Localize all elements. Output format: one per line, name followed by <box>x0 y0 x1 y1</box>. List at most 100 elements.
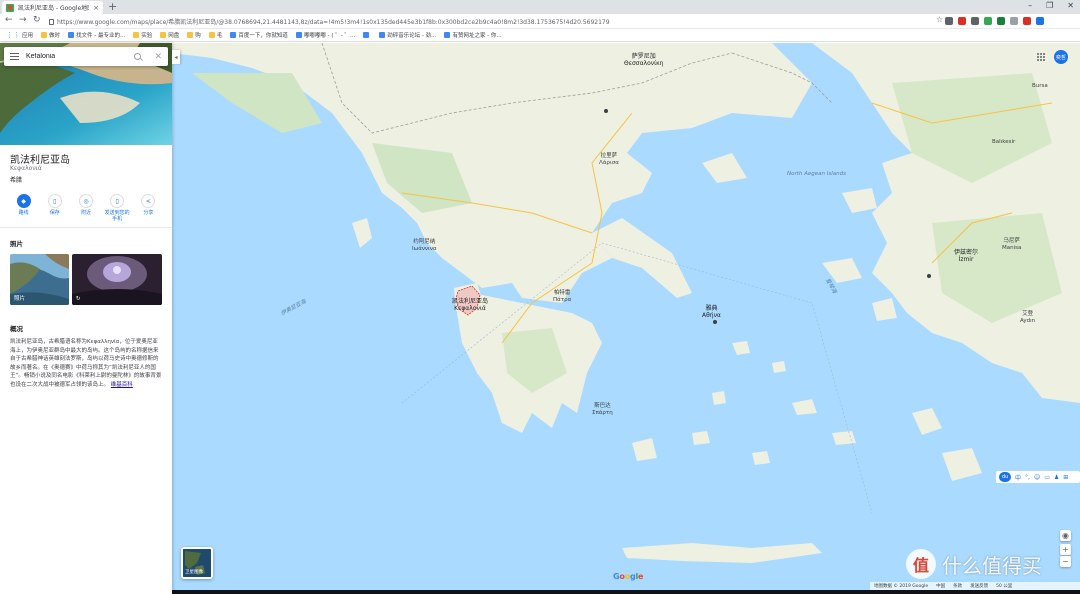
bookmark-item[interactable]: 做时 <box>41 31 60 39</box>
extension-icon[interactable] <box>945 17 953 25</box>
extension-icon[interactable] <box>971 17 979 25</box>
map-label-north-aegean: North Aegean Islands <box>787 171 846 177</box>
bookmark-item[interactable]: 嘟嘟嘟嘟 - ( ゜- ゜... <box>295 31 355 39</box>
extension-icons <box>945 17 1044 25</box>
extension-icon[interactable] <box>1036 17 1044 25</box>
bookmark-star-icon[interactable]: ☆ <box>936 15 943 24</box>
location-button[interactable]: ◉ <box>1060 530 1071 541</box>
google-logo-letter: e <box>638 572 644 581</box>
action-directions-button[interactable]: ◆ 路线 <box>9 194 39 227</box>
bookmark-item[interactable] <box>363 32 371 38</box>
map-label-thessaloniki: 萨罗尼加 Θεσσαλονίκη <box>624 53 664 67</box>
photo-360-thumbnail[interactable]: ↻ <box>72 254 162 305</box>
browser-tab[interactable]: 凯法利尼亚岛 - Google地图 × <box>2 1 103 14</box>
map-land <box>172 43 1080 563</box>
place-panel: ✕ 凯法利尼亚岛 Κεφαλονιά 希腊 ◆ 路线 ▯ 保存 ◎ 附近 ▯ 发送到您的 手机… <box>0 43 172 594</box>
forward-button[interactable]: → <box>19 15 27 25</box>
action-phone-button[interactable]: ▯ 发送到您的 手机 <box>102 194 132 227</box>
bookmark-item[interactable]: 劲砰音乐论坛 - 劲... <box>379 31 436 39</box>
restore-button[interactable]: ❐ <box>1046 1 1053 10</box>
bookmark-label: 实验 <box>141 33 153 39</box>
bookmark-label: 毛 <box>216 33 223 39</box>
map-label-manisa: 马尼萨 Manisa <box>1002 238 1022 251</box>
ime-item[interactable]: °, <box>1025 474 1030 481</box>
bookmark-item[interactable]: 百度一下，你就知道 <box>230 31 288 39</box>
tab-close-icon[interactable]: × <box>93 4 99 12</box>
search-icon[interactable] <box>134 53 142 60</box>
ime-item[interactable]: ♟ <box>1054 474 1059 481</box>
map-label-sparti: 斯巴达 Σπάρτη <box>592 403 613 416</box>
map-footer: 地图数据 © 2019 Google 中国 条款 发送反馈 50 公里 <box>870 582 1080 590</box>
wikipedia-link[interactable]: 维基百科 <box>111 382 133 388</box>
map-label-bursa: Bursa <box>1032 83 1048 89</box>
close-icon[interactable]: ✕ <box>154 52 162 62</box>
action-bookmark-button[interactable]: ▯ 保存 <box>40 194 70 227</box>
action-nearby-button[interactable]: ◎ 附近 <box>71 194 101 227</box>
folder-icon <box>208 32 215 38</box>
folder-icon <box>133 32 140 38</box>
ime-item[interactable]: ▭ <box>1044 474 1050 481</box>
photo-label: 照片 <box>14 296 26 302</box>
url-bar[interactable]: https://www.google.com/maps/place/希腊凯法利尼… <box>49 16 949 27</box>
smzdm-logo-icon: 值 <box>906 549 936 579</box>
bookmark-item[interactable]: ⋮⋮ 应用 <box>6 31 33 39</box>
action-label: 分享 <box>143 210 154 216</box>
360-icon: ↻ <box>76 296 81 302</box>
bookmark-item[interactable]: 网盘 <box>160 31 179 39</box>
extension-icon[interactable] <box>1023 17 1031 25</box>
bookmark-item[interactable]: 找文件 - 最专业的... <box>68 31 125 39</box>
extension-icon[interactable] <box>1010 17 1018 25</box>
bookmark-item[interactable]: 有赞网址之家 - 你... <box>444 31 502 39</box>
extension-icon[interactable] <box>984 17 992 25</box>
ime-toolbar[interactable]: du 中 °, ☺ ▭ ♟ ⊞ <box>996 471 1080 483</box>
extension-icon[interactable] <box>958 17 966 25</box>
menu-icon[interactable] <box>10 53 19 60</box>
baidu-ime-icon[interactable]: du <box>999 472 1011 482</box>
bookmarks-bar: ⋮⋮ 应用 做时 找文件 - 最专业的... 实验 网盘 购 毛 百度一下，你就知道 嘟嘟嘟嘟 -… <box>0 29 1080 42</box>
map-data-credit: 地图数据 © 2019 Google <box>874 584 929 589</box>
map-label-aydin: 艾登 Aydın <box>1020 311 1036 324</box>
ime-item[interactable]: ⊞ <box>1063 474 1068 481</box>
action-label: 路线 <box>18 210 29 216</box>
back-button[interactable]: ← <box>5 15 13 25</box>
tab-title: 凯法利尼亚岛 - Google地图 <box>18 5 90 12</box>
window-controls: – ❐ ✕ <box>1028 1 1074 10</box>
link-icon <box>363 32 370 38</box>
new-tab-button[interactable]: + <box>108 0 117 13</box>
satellite-toggle[interactable]: 卫星图像 <box>181 547 213 579</box>
apps-grid-icon: ⋮⋮ <box>6 31 20 39</box>
terms-link[interactable]: 条款 <box>953 583 962 589</box>
place-country: 希腊 <box>10 177 23 184</box>
bookmark-label: 有赞网址之家 - 你... <box>452 33 502 39</box>
photo-thumbnail[interactable]: 照片 <box>10 254 69 305</box>
minimize-button[interactable]: – <box>1028 1 1032 10</box>
ime-item[interactable]: 中 <box>1015 473 1021 482</box>
action-buttons: ◆ 路线 ▯ 保存 ◎ 附近 ▯ 发送到您的 手机 < 分享 <box>0 194 172 228</box>
bookmark-item[interactable]: 毛 <box>208 31 223 39</box>
satellite-label: 卫星图像 <box>185 570 203 575</box>
google-apps-icon[interactable] <box>1037 53 1046 62</box>
avatar[interactable]: 奕哲 <box>1054 50 1068 64</box>
nearby-icon: ◎ <box>78 194 93 208</box>
region-link[interactable]: 中国 <box>936 583 945 589</box>
bookmark-item[interactable]: 购 <box>187 31 201 39</box>
folder-icon <box>160 32 167 38</box>
close-window-button[interactable]: ✕ <box>1067 1 1074 10</box>
directions-icon: ◆ <box>16 194 31 208</box>
action-share-button[interactable]: < 分享 <box>133 194 163 227</box>
reload-button[interactable]: ↻ <box>33 15 41 25</box>
collapse-panel-button[interactable]: ◂ <box>172 50 180 64</box>
map-label-balikesir: Balıkesir <box>992 139 1016 145</box>
bookmark-item[interactable]: 实验 <box>133 31 152 39</box>
map-label-patras: 帕特雷 Πάτρα <box>553 290 572 303</box>
url-text[interactable]: https://www.google.com/maps/place/希腊凯法利尼… <box>57 17 610 26</box>
search-input[interactable] <box>26 53 128 60</box>
phone-icon: ▯ <box>110 194 125 208</box>
ime-item[interactable]: ☺ <box>1034 474 1040 481</box>
map-canvas[interactable]: 萨罗尼加 Θεσσαλονίκη 约阿尼纳 Ιωάννινα 拉里萨 Λάρισ… <box>172 43 1080 590</box>
google-logo: Google <box>613 572 643 581</box>
bookmark-label: 做时 <box>49 33 61 39</box>
feedback-link[interactable]: 发送反馈 <box>970 583 988 589</box>
map-label-larissa: 拉里萨 Λάρισα <box>599 153 619 166</box>
extension-icon[interactable] <box>997 17 1005 25</box>
